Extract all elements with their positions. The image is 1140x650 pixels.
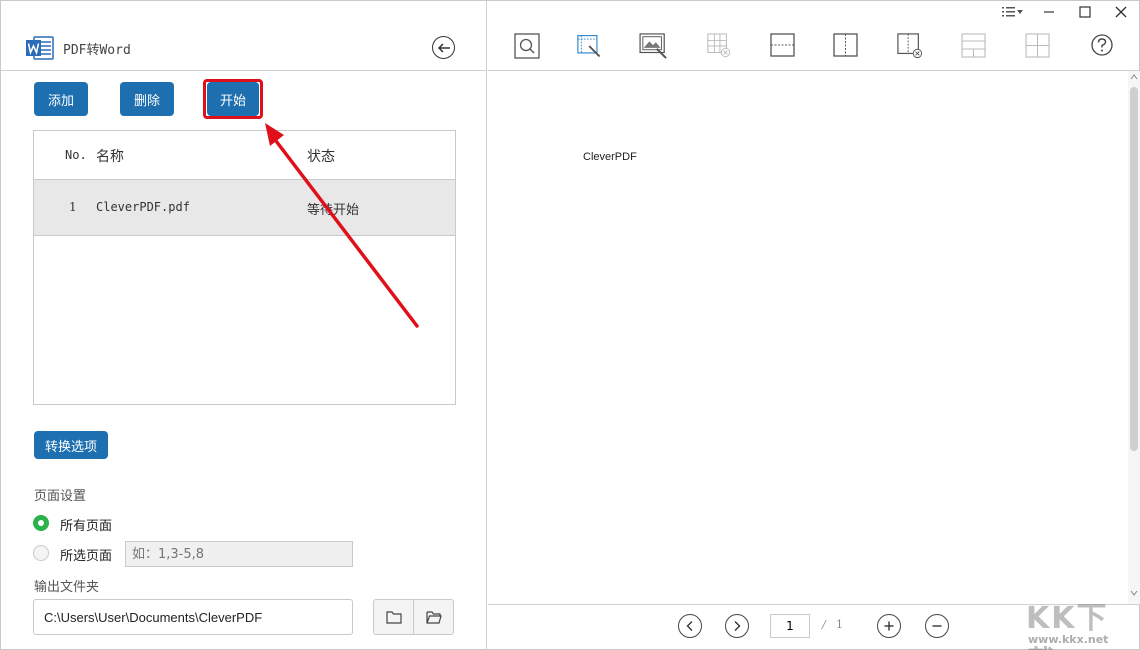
left-panel: PDF转Word 添加 删除 开始 No. 名称 状态 1 CleverPDF.… bbox=[1, 1, 487, 650]
column-header-status: 状态 bbox=[307, 149, 335, 165]
preview-scrollbar[interactable] bbox=[1128, 71, 1140, 604]
file-table: No. 名称 状态 1 CleverPDF.pdf 等待开始 bbox=[33, 130, 456, 405]
merge-cells-icon[interactable] bbox=[1025, 33, 1051, 59]
watermark-url: www.kkx.net bbox=[1028, 633, 1109, 646]
delete-button[interactable]: 删除 bbox=[120, 82, 174, 116]
delete-table-icon[interactable] bbox=[706, 33, 732, 59]
file-status: 等待开始 bbox=[307, 203, 360, 218]
app-title: PDF转Word bbox=[63, 43, 131, 58]
arrow-left-icon bbox=[437, 42, 450, 53]
image-region-icon[interactable] bbox=[639, 33, 669, 59]
page-total: 1 bbox=[836, 618, 843, 631]
page-number-input[interactable] bbox=[770, 614, 810, 638]
all-pages-label[interactable]: 所有页面 bbox=[60, 515, 112, 534]
watermark: KK下载 www.kkx.net bbox=[1026, 593, 1138, 650]
zoom-in-button[interactable] bbox=[877, 614, 901, 638]
scroll-thumb[interactable] bbox=[1130, 87, 1138, 451]
chevron-left-icon bbox=[686, 621, 693, 631]
pdf-preview: CleverPDF bbox=[488, 71, 1128, 604]
right-panel: CleverPDF / 1 bbox=[488, 1, 1140, 650]
app-window: PDF转Word 添加 删除 开始 No. 名称 状态 1 CleverPDF.… bbox=[0, 0, 1140, 650]
word-logo-icon bbox=[26, 36, 54, 60]
column-header-name: 名称 bbox=[96, 149, 124, 165]
folder-icon bbox=[385, 611, 402, 624]
vertical-split-icon[interactable] bbox=[833, 33, 859, 59]
add-button[interactable]: 添加 bbox=[34, 82, 88, 116]
all-pages-radio[interactable] bbox=[33, 515, 49, 531]
selected-pages-radio[interactable] bbox=[33, 545, 49, 561]
output-path-input[interactable] bbox=[33, 599, 353, 635]
horizontal-split-icon[interactable] bbox=[770, 33, 796, 59]
column-header-no: No. bbox=[65, 148, 87, 162]
output-folder-label: 输出文件夹 bbox=[34, 580, 100, 595]
plus-icon bbox=[884, 621, 894, 631]
page-separator: / bbox=[822, 618, 826, 631]
open-folder-button[interactable] bbox=[413, 600, 453, 634]
toolbar bbox=[488, 23, 1140, 71]
prev-page-button[interactable] bbox=[678, 614, 702, 638]
remove-split-icon[interactable] bbox=[897, 33, 923, 59]
draw-table-icon[interactable] bbox=[577, 33, 603, 59]
file-name: CleverPDF.pdf bbox=[96, 200, 190, 214]
table-header: No. 名称 状态 bbox=[34, 131, 455, 180]
zoom-out-button[interactable] bbox=[925, 614, 949, 638]
next-page-button[interactable] bbox=[725, 614, 749, 638]
conversion-options-button[interactable]: 转换选项 bbox=[34, 431, 108, 459]
folder-open-icon bbox=[425, 611, 442, 624]
chevron-right-icon bbox=[734, 621, 741, 631]
selected-pages-label[interactable]: 所选页面 bbox=[60, 545, 112, 564]
back-button[interactable] bbox=[432, 36, 455, 59]
browse-folder-button[interactable] bbox=[374, 600, 413, 634]
help-icon[interactable] bbox=[1089, 33, 1115, 59]
zoom-region-icon[interactable] bbox=[514, 33, 540, 59]
app-header: PDF转Word bbox=[1, 1, 487, 71]
start-button[interactable]: 开始 bbox=[207, 82, 259, 116]
merge-rows-icon[interactable] bbox=[961, 33, 987, 59]
preview-page-text: CleverPDF bbox=[583, 151, 637, 163]
folder-button-group bbox=[373, 599, 454, 635]
scroll-up-icon bbox=[1130, 74, 1138, 80]
page-range-input[interactable] bbox=[125, 541, 353, 567]
table-row[interactable]: 1 CleverPDF.pdf 等待开始 bbox=[34, 180, 455, 236]
minus-icon bbox=[932, 625, 942, 627]
page-settings-label: 页面设置 bbox=[34, 489, 87, 504]
row-number: 1 bbox=[69, 200, 77, 214]
